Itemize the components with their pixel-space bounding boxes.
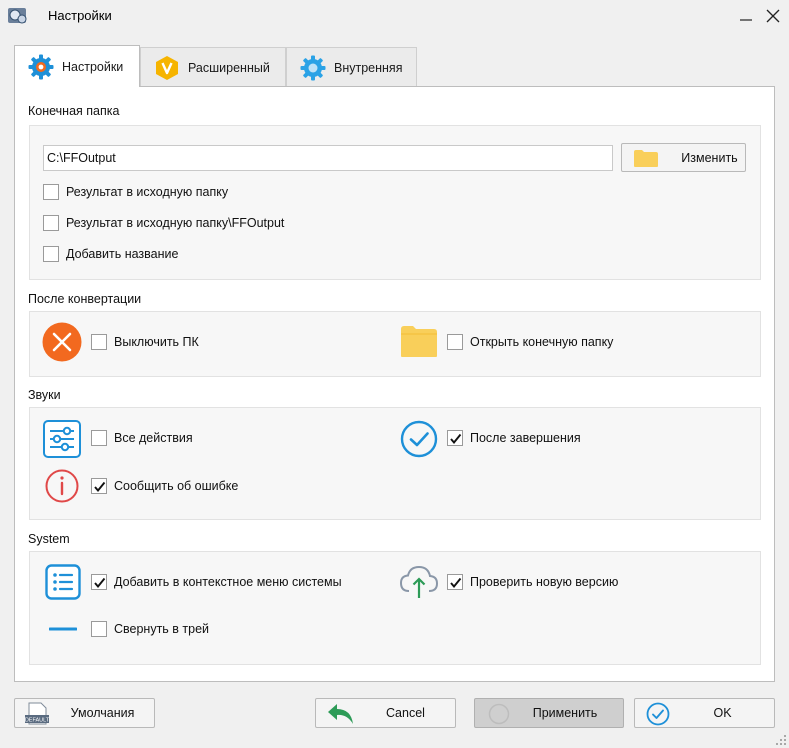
title-bar	[0, 0, 789, 32]
gear-icon	[300, 55, 326, 80]
list-menu-icon	[45, 564, 81, 600]
defaults-label: Умолчания	[70, 706, 135, 720]
shutdown-icon	[42, 322, 82, 362]
cancel-button[interactable]: Cancel	[315, 698, 456, 728]
open-folder-checkbox[interactable]	[447, 334, 463, 350]
context-menu-checkbox[interactable]	[91, 574, 107, 590]
result-source-ffoutput-checkbox[interactable]	[43, 215, 59, 231]
cloud-upload-icon	[399, 565, 439, 598]
system-heading: System	[28, 532, 70, 546]
after-finish-checkbox[interactable]	[447, 430, 463, 446]
shutdown-checkbox[interactable]	[91, 334, 107, 350]
sounds-heading: Звуки	[28, 388, 61, 402]
change-folder-button[interactable]: Изменить	[621, 143, 746, 172]
apply-button[interactable]: Применить	[474, 698, 624, 728]
tab-settings-label: Настройки	[62, 59, 124, 74]
tab-settings[interactable]: Настройки	[14, 45, 140, 87]
all-actions-checkbox[interactable]	[91, 430, 107, 446]
output-folder-heading: Конечная папка	[28, 104, 120, 118]
on-error-checkbox[interactable]	[91, 478, 107, 494]
resize-grip-icon[interactable]	[775, 734, 787, 746]
result-source-checkbox[interactable]	[43, 184, 59, 200]
after-conversion-heading: После конвертации	[28, 292, 142, 306]
defaults-button[interactable]: DEFAULT Умолчания	[14, 698, 155, 728]
context-menu-label: Добавить в контекстное меню системы	[114, 575, 342, 589]
change-folder-label: Изменить	[681, 150, 738, 165]
app-icon	[7, 5, 29, 27]
close-button[interactable]	[761, 4, 785, 28]
tab-internal-label: Внутренняя	[334, 60, 403, 75]
sounds-group	[29, 407, 761, 520]
minimize-tray-icon	[49, 627, 77, 631]
output-path-field[interactable]	[43, 145, 613, 171]
system-group	[29, 551, 761, 665]
result-source-label: Результат в исходную папку	[66, 185, 229, 199]
ok-label: OK	[713, 706, 732, 720]
add-title-label: Добавить название	[66, 247, 179, 261]
folder-icon	[401, 326, 437, 357]
check-update-checkbox[interactable]	[447, 574, 463, 590]
gear-icon	[28, 54, 54, 79]
minimize-tray-label: Свернуть в трей	[114, 622, 210, 636]
minimize-button[interactable]	[734, 4, 758, 28]
tab-advanced[interactable]: Расширенный	[140, 47, 286, 87]
sliders-icon	[43, 420, 81, 458]
checkmark-icon	[93, 577, 105, 588]
open-folder-label: Открыть конечную папку	[470, 335, 614, 349]
add-title-checkbox[interactable]	[43, 246, 59, 262]
check-circle-icon	[400, 420, 438, 458]
v-badge-icon	[156, 55, 178, 80]
minimize-icon	[740, 19, 752, 21]
info-alert-icon	[45, 469, 79, 503]
checkmark-icon	[449, 433, 461, 444]
all-actions-label: Все действия	[114, 431, 193, 445]
after-finish-label: После завершения	[470, 431, 581, 445]
close-icon	[766, 9, 780, 23]
check-update-label: Проверить новую версию	[470, 575, 619, 589]
tab-advanced-label: Расширенный	[188, 60, 270, 75]
checkmark-icon	[449, 577, 461, 588]
apply-label: Применить	[532, 706, 598, 720]
window-title: Настройки	[48, 8, 112, 23]
checkmark-icon	[93, 481, 105, 492]
cancel-label: Cancel	[386, 706, 425, 720]
ok-button[interactable]: OK	[634, 698, 775, 728]
shutdown-label: Выключить ПК	[114, 335, 199, 349]
result-source-ffoutput-label: Результат в исходную папку\FFOutput	[66, 216, 285, 230]
on-error-label: Сообщить об ошибке	[114, 479, 239, 493]
tab-internal[interactable]: Внутренняя	[286, 47, 417, 87]
minimize-tray-checkbox[interactable]	[91, 621, 107, 637]
